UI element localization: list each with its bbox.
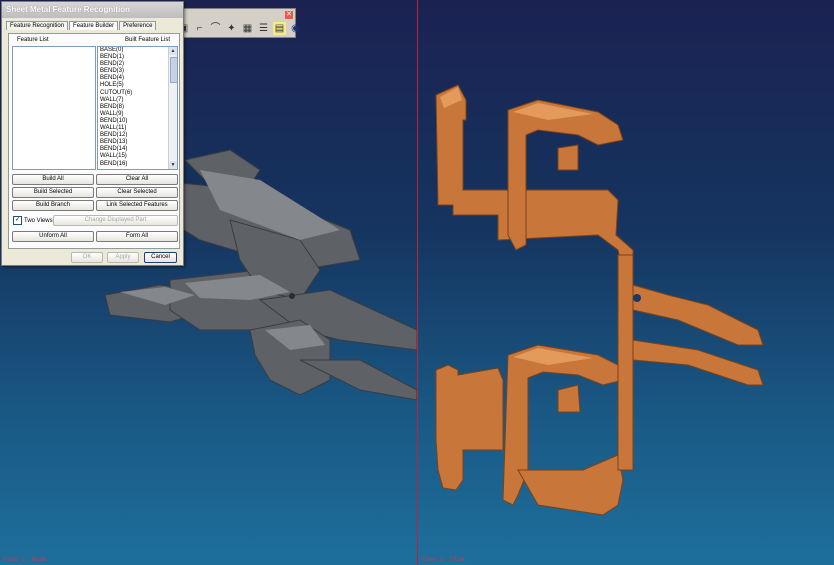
list-item[interactable]: CUTOUT(6) <box>100 90 177 97</box>
list-item[interactable]: BEND(3) <box>100 68 177 75</box>
feature-icon[interactable]: ✦ <box>225 22 238 35</box>
feature-list-header: Feature List <box>17 37 49 43</box>
built-feature-list[interactable]: BASE(0) BEND(1) BEND(2) BEND(3) BEND(4) … <box>97 46 178 170</box>
feature-list[interactable] <box>12 46 96 170</box>
list-item[interactable]: WALL(11) <box>100 125 177 132</box>
eye-icon[interactable]: ◉ <box>289 22 302 35</box>
flange-icon[interactable]: ⌐ <box>193 22 206 35</box>
scroll-thumb[interactable] <box>170 57 177 83</box>
feature-toolbar[interactable]: ✕ ▣ ⌐ ⌒ ✦ ▦ ☰ ▤ ◉ <box>172 8 300 38</box>
change-displayed-part-button[interactable]: Change Displayed Part <box>53 215 178 226</box>
dialog-tabs: Feature Recognition Feature Builder Pref… <box>6 21 183 30</box>
dialog-title[interactable]: Sheet Metal Feature Recognition <box>2 2 183 18</box>
clear-all-button[interactable]: Clear All <box>96 174 178 185</box>
built-list-header: Built Feature List <box>125 37 171 43</box>
bend-icon[interactable]: ⌒ <box>209 22 222 35</box>
scroll-down-icon[interactable]: ▼ <box>169 161 177 169</box>
list-item[interactable]: BEND(14) <box>100 146 177 153</box>
cancel-button[interactable]: Cancel <box>144 252 177 263</box>
scroll-up-icon[interactable]: ▲ <box>169 47 177 55</box>
list-item[interactable]: WALL(7) <box>100 97 177 104</box>
table-icon[interactable]: ▦ <box>241 22 254 35</box>
note-icon[interactable]: ▤ <box>273 22 286 35</box>
list-item[interactable]: BEND(2) <box>100 61 177 68</box>
ok-button[interactable]: OK <box>71 252 103 263</box>
form-all-button[interactable]: Form All <box>96 231 178 242</box>
list-item[interactable]: BEND(1) <box>100 54 177 61</box>
two-views-label: Two Views <box>24 217 53 224</box>
build-branch-button[interactable]: Build Branch <box>12 200 94 211</box>
list-item[interactable]: WALL(15) <box>100 153 177 160</box>
clear-selected-button[interactable]: Clear Selected <box>96 187 178 198</box>
list-item[interactable]: BEND(8) <box>100 104 177 111</box>
list-item[interactable]: BEND(4) <box>100 75 177 82</box>
apply-button[interactable]: Apply <box>107 252 139 263</box>
list-item[interactable]: BEND(12) <box>100 132 177 139</box>
right-viewport-label: View 2: Slim <box>421 556 465 563</box>
left-viewport-label: View 1: Wide <box>3 556 47 563</box>
list-item[interactable]: BEND(13) <box>100 139 177 146</box>
toolbar-close-button[interactable]: ✕ <box>285 11 293 19</box>
build-all-button[interactable]: Build All <box>12 174 94 185</box>
right-viewport[interactable]: View 2: Slim <box>418 0 834 565</box>
two-views-checkbox[interactable]: ✓ Two Views <box>13 216 53 225</box>
built-list-scrollbar[interactable]: ▲ ▼ <box>168 47 177 169</box>
list-item[interactable]: HOLE(5) <box>100 82 177 89</box>
link-selected-features-button[interactable]: Link Selected Features <box>96 200 178 211</box>
list-item[interactable]: BEND(10) <box>100 118 177 125</box>
list-icon[interactable]: ☰ <box>257 22 270 35</box>
tab-feature-recognition[interactable]: Feature Recognition <box>6 21 69 30</box>
feature-builder-panel: Feature List Built Feature List BASE(0) … <box>8 33 180 249</box>
build-selected-button[interactable]: Build Selected <box>12 187 94 198</box>
list-item[interactable]: BEND(16) <box>100 161 177 168</box>
checkmark-icon[interactable]: ✓ <box>13 216 22 225</box>
tab-feature-builder[interactable]: Feature Builder <box>69 21 119 30</box>
unform-all-button[interactable]: Unform All <box>12 231 94 242</box>
list-item[interactable]: BASE(0) <box>100 47 177 54</box>
list-item[interactable]: WALL(9) <box>100 111 177 118</box>
flat-pattern-model[interactable] <box>418 0 834 565</box>
sheet-metal-dialog[interactable]: Sheet Metal Feature Recognition Feature … <box>1 1 184 266</box>
tab-preference[interactable]: Preference <box>119 21 157 30</box>
